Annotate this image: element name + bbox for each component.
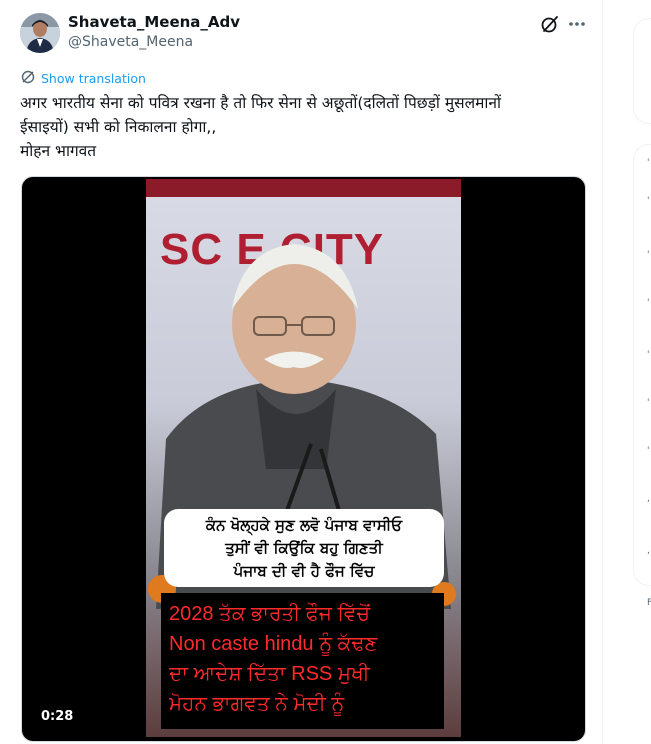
sidebar-glyph-8: ,	[647, 494, 650, 504]
sidebar-card-1[interactable]	[633, 18, 651, 124]
sidebar-glyph-7: '	[647, 446, 650, 456]
video-frame[interactable]: SC E CITY ਕੰਨ ਖੋਲ੍ਹਕੇ ਸੁਣ ਲਵੋ ਪੰਜਾਬ ਵਾਸੀ…	[146, 179, 461, 737]
caption-red-box: 2028 ਤੱਕ ਭਾਰਤੀ ਫੌਜ ਵਿੱਚੋਂ Non caste hind…	[161, 593, 444, 729]
sidebar-glyph-2: '	[647, 196, 650, 206]
tweet-text: अगर भारतीय सेना को पवित्र रखना है तो फिर…	[20, 91, 585, 163]
sidebar-glyph-3: '	[647, 250, 650, 260]
video-player[interactable]: SC E CITY ਕੰਨ ਖੋਲ੍ਹਕੇ ਸੁਣ ਲਵੋ ਪੰਜਾਬ ਵਾਸੀ…	[21, 176, 586, 742]
more-options-icon[interactable]	[566, 14, 588, 34]
tweet-line-2: ईसाइयों) सभी को निकालना होगा,,	[20, 118, 217, 136]
author-name[interactable]: Shaveta_Meena_Adv	[68, 13, 240, 31]
sidebar-glyph-4: '	[647, 298, 650, 308]
sidebar-glyph-9: ,	[647, 546, 650, 556]
caption-red-line-1: 2028 ਤੱਕ ਭਾਰਤੀ ਫੌਜ ਵਿੱਚੋਂ	[169, 603, 370, 625]
avatar[interactable]	[20, 13, 60, 53]
tweet-line-1: अगर भारतीय सेना को पवित्र रखना है तो फिर…	[20, 94, 502, 112]
sidebar-card-2[interactable]	[633, 144, 651, 586]
grok-icon[interactable]	[540, 14, 560, 34]
right-sidebar-edge: ' ' ' ' ' ' ' , , F	[603, 0, 651, 744]
sidebar-glyph-5: '	[647, 350, 650, 360]
sidebar-glyph-6: '	[647, 398, 650, 408]
caption-white-line-3: ਪੰਜਾਬ ਦੀ ਵੀ ਹੈ ਫੌਜ ਵਿੱਚ	[233, 562, 375, 580]
show-translation-link[interactable]: Show translation	[20, 70, 146, 86]
author-handle[interactable]: @Shaveta_Meena	[68, 34, 193, 50]
translate-globe-icon	[20, 69, 36, 88]
sidebar-glyph-10: F	[647, 598, 651, 608]
caption-red-line-3: ਦਾ ਆਦੇਸ਼ ਦਿੱਤਾ RSS ਮੁਖੀ	[169, 663, 370, 685]
sidebar-glyph-1: '	[647, 158, 650, 168]
caption-white-box: ਕੰਨ ਖੋਲ੍ਹਕੇ ਸੁਣ ਲਵੋ ਪੰਜਾਬ ਵਾਸੀਓ ਤੁਸੀਂ ਵੀ…	[164, 509, 444, 587]
video-duration: 0:28	[35, 707, 80, 726]
tweet-line-3: मोहन भागवत	[20, 142, 97, 160]
caption-white-line-2: ਤੁਸੀਂ ਵੀ ਕਿਉਂਕਿ ਬਹੁ ਗਿਣਤੀ	[225, 539, 383, 557]
caption-white-line-1: ਕੰਨ ਖੋਲ੍ਹਕੇ ਸੁਣ ਲਵੋ ਪੰਜਾਬ ਵਾਸੀਓ	[205, 516, 403, 534]
stage-banner-strip	[146, 179, 461, 197]
caption-red-line-4: ਮੋਹਨ ਭਾਗਵਤ ਨੇ ਮੋਦੀ ਨੂੰ	[169, 693, 345, 715]
tweet-column: Shaveta_Meena_Adv @Shaveta_Meena Show tr…	[0, 0, 603, 744]
caption-red-line-2: Non caste hindu ਨੂੰ ਕੱਢਣ	[169, 633, 378, 655]
show-translation-label[interactable]: Show translation	[41, 71, 146, 86]
